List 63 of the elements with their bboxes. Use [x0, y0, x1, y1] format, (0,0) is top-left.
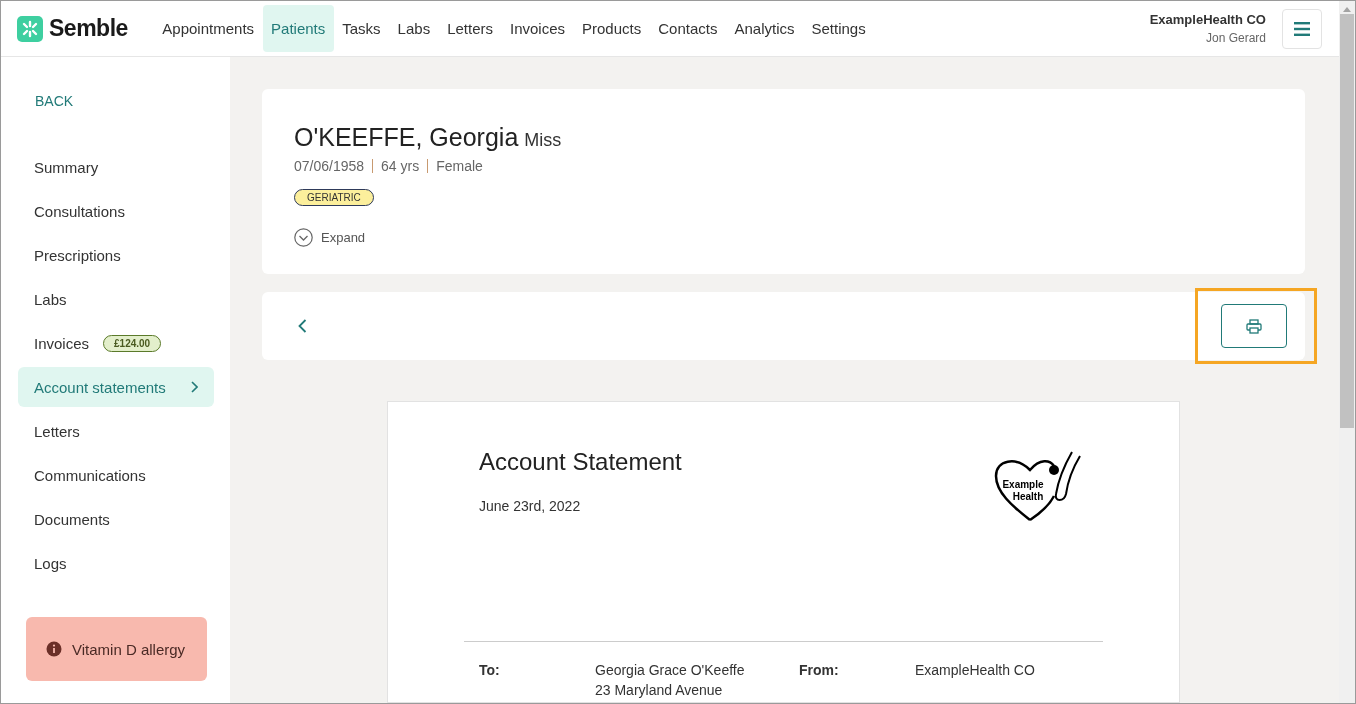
nav-tab[interactable]: Products [573, 5, 650, 52]
chevron-left-icon [298, 319, 307, 333]
sidebar-label: Logs [34, 554, 67, 572]
sidebar-item[interactable]: Prescriptions [18, 235, 214, 275]
user-name: Jon Gerard [1205, 31, 1266, 45]
sidebar-item[interactable]: Communications [18, 455, 214, 495]
amount-badge: £124.00 [103, 334, 162, 352]
sidebar-label: Consultations [34, 202, 125, 220]
nav-tab[interactable]: Tasks [333, 5, 390, 52]
address-line: Georgia Grace O'Keeffe [595, 661, 746, 680]
previous-button[interactable] [298, 319, 307, 333]
print-button[interactable] [1221, 304, 1287, 348]
sidebar-label: Documents [34, 510, 110, 528]
sidebar-label: Communications [34, 466, 146, 484]
sidebar-label: Account statements [34, 378, 166, 396]
patient-tag: GERIATRIC [294, 189, 374, 206]
menu-icon [1294, 21, 1310, 36]
brand-name: Semble [49, 15, 128, 42]
sidebar-item[interactable]: Labs [18, 279, 214, 319]
menu-button[interactable] [1282, 8, 1322, 49]
chevron-down-circle-icon [294, 228, 313, 247]
organisation-name: ExampleHealth CO [1149, 12, 1266, 27]
sidebar-label: Summary [34, 158, 99, 176]
from-label: From: [799, 662, 840, 680]
nav-tab[interactable]: Invoices [501, 5, 574, 52]
sidebar-item[interactable]: Invoices £124.00 [18, 323, 214, 363]
address-line: 23 Maryland Avenue [595, 681, 724, 700]
address-line: ExampleHealth CO [915, 661, 1036, 680]
statement-date: June 23rd, 2022 [479, 498, 582, 514]
patient-detail: Female [436, 158, 483, 174]
sidebar-item[interactable]: Account statements [18, 367, 214, 407]
sidebar-item[interactable]: Logs [18, 543, 214, 583]
patient-name: O'KEEFFE, Georgia [294, 123, 519, 152]
patient-detail: 64 yrs [381, 158, 420, 174]
heart-stethoscope-logo: Example Health [992, 448, 1088, 524]
patient-detail: 07/06/1958 [294, 158, 365, 174]
printer-icon [1246, 318, 1262, 334]
logo-icon [17, 15, 43, 42]
expand-button[interactable]: Expand [294, 228, 366, 247]
sidebar-label: Letters [34, 422, 80, 440]
nav-tab[interactable]: Settings [802, 5, 875, 52]
info-icon [46, 641, 62, 657]
statement-title: Account Statement [479, 448, 682, 476]
nav-tab[interactable]: Contacts [649, 5, 726, 52]
alert-text: Vitamin D allergy [72, 640, 186, 658]
sidebar-label: Invoices [34, 334, 90, 352]
nav-tab[interactable]: Analytics [725, 5, 803, 52]
scroll-up-icon [1343, 6, 1351, 12]
to-label: To: [479, 662, 501, 680]
sidebar-item[interactable]: Consultations [18, 191, 214, 231]
sidebar-label: Labs [34, 290, 67, 308]
scrollbar[interactable] [1339, 1, 1355, 703]
nav-tab[interactable]: Patients [262, 5, 334, 52]
nav-tab[interactable]: Appointments [153, 5, 263, 52]
back-link[interactable]: BACK [18, 93, 214, 109]
sidebar-item[interactable]: Summary [18, 147, 214, 187]
sidebar-item[interactable]: Documents [18, 499, 214, 539]
chevron-right-icon [190, 381, 198, 393]
nav-tab[interactable]: Labs [389, 5, 439, 52]
patient-title: Miss [524, 130, 562, 151]
sidebar-item[interactable]: Letters [18, 411, 214, 451]
sidebar-label: Prescriptions [34, 246, 121, 264]
nav-tab[interactable]: Letters [438, 5, 502, 52]
